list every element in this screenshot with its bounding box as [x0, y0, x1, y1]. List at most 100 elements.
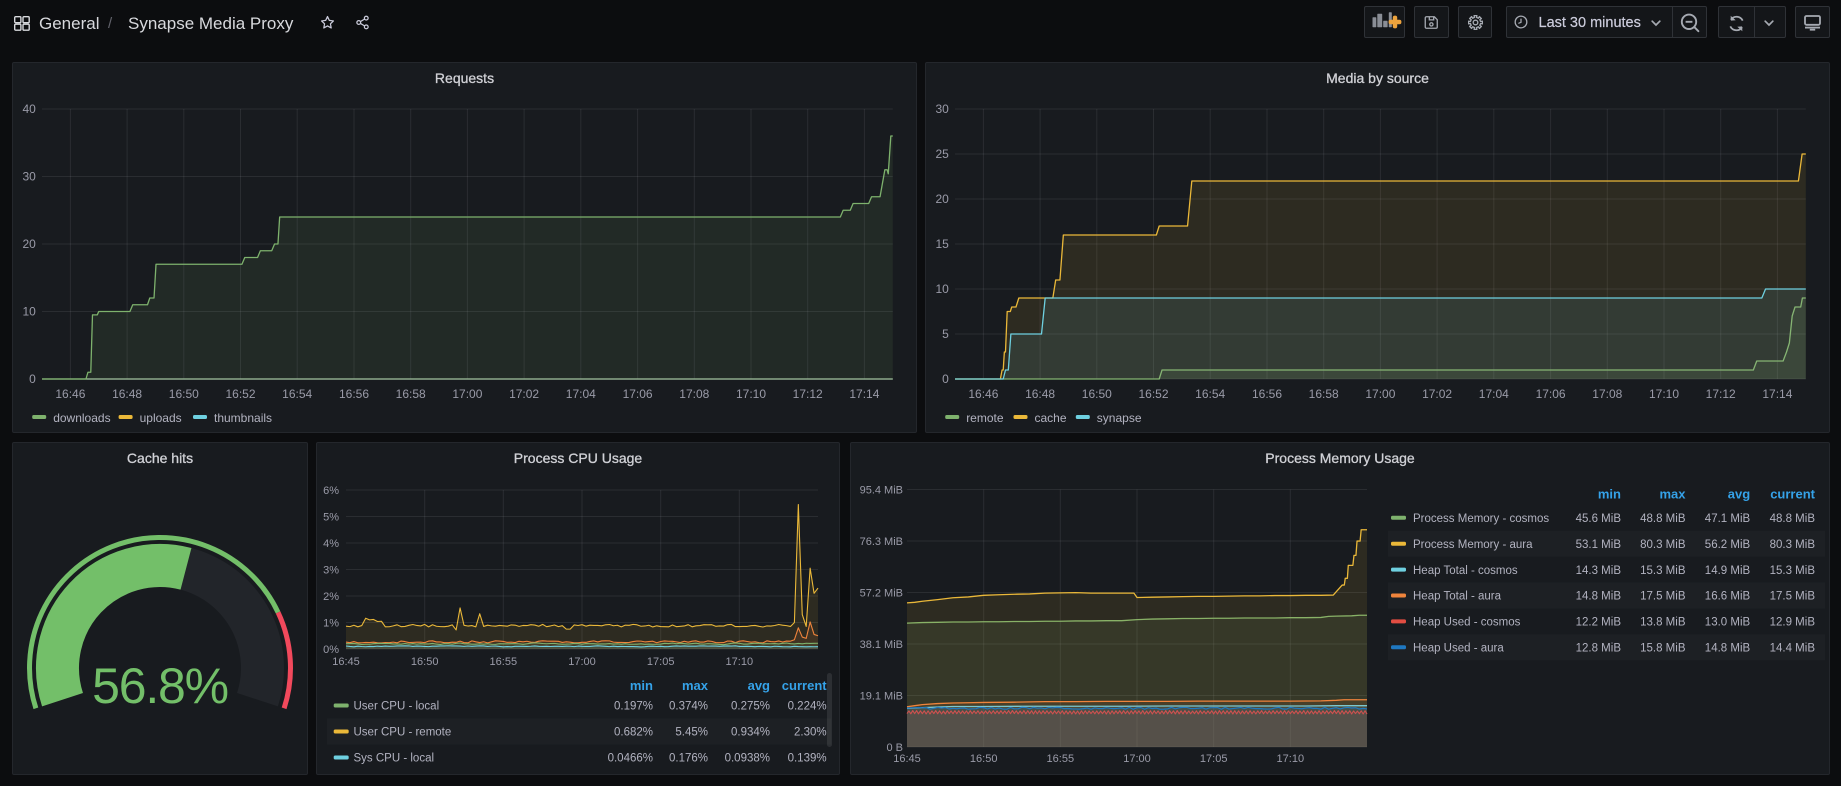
- svg-text:avg: avg: [1728, 487, 1750, 502]
- svg-text:2.30%: 2.30%: [794, 727, 827, 739]
- svg-text:Heap Total - aura: Heap Total - aura: [1413, 591, 1502, 603]
- svg-text:0%: 0%: [323, 644, 339, 656]
- svg-text:12.2 MiB: 12.2 MiB: [1576, 617, 1622, 629]
- svg-text:remote: remote: [966, 411, 1004, 425]
- svg-text:15.8 MiB: 15.8 MiB: [1640, 643, 1686, 655]
- svg-text:0.176%: 0.176%: [669, 753, 708, 765]
- svg-text:20: 20: [22, 237, 36, 251]
- svg-text:max: max: [682, 678, 709, 693]
- svg-text:17:04: 17:04: [1479, 387, 1509, 401]
- svg-text:53.1 MiB: 53.1 MiB: [1576, 539, 1622, 551]
- svg-text:56.8%: 56.8%: [92, 658, 228, 714]
- svg-text:5: 5: [942, 327, 949, 341]
- svg-text:10: 10: [935, 282, 949, 296]
- svg-text:16:45: 16:45: [332, 656, 360, 668]
- svg-text:17:00: 17:00: [1123, 753, 1151, 765]
- svg-text:17:00: 17:00: [568, 656, 596, 668]
- svg-text:12.8 MiB: 12.8 MiB: [1576, 643, 1622, 655]
- svg-text:0.934%: 0.934%: [731, 727, 770, 739]
- svg-text:0.224%: 0.224%: [788, 701, 827, 713]
- svg-text:min: min: [630, 678, 653, 693]
- svg-text:17:02: 17:02: [1422, 387, 1452, 401]
- svg-text:uploads: uploads: [140, 411, 182, 425]
- svg-text:17:10: 17:10: [1649, 387, 1679, 401]
- svg-text:10: 10: [22, 305, 36, 319]
- svg-text:Sys CPU - local: Sys CPU - local: [354, 753, 435, 765]
- svg-text:48.8 MiB: 48.8 MiB: [1640, 513, 1686, 525]
- svg-text:0.374%: 0.374%: [669, 701, 708, 713]
- svg-text:0.0466%: 0.0466%: [608, 753, 653, 765]
- svg-text:16:56: 16:56: [339, 387, 369, 401]
- svg-text:0.0938%: 0.0938%: [725, 753, 770, 765]
- svg-text:17:05: 17:05: [647, 656, 675, 668]
- svg-text:5.45%: 5.45%: [675, 727, 708, 739]
- svg-text:16:50: 16:50: [169, 387, 199, 401]
- svg-text:synapse: synapse: [1097, 411, 1142, 425]
- svg-text:16:55: 16:55: [1047, 753, 1075, 765]
- svg-text:17:12: 17:12: [1706, 387, 1736, 401]
- svg-text:19.1 MiB: 19.1 MiB: [860, 691, 903, 703]
- svg-text:6%: 6%: [323, 485, 339, 497]
- svg-text:17:02: 17:02: [509, 387, 539, 401]
- svg-text:14.4 MiB: 14.4 MiB: [1770, 643, 1816, 655]
- svg-text:Heap Used - cosmos: Heap Used - cosmos: [1413, 617, 1521, 629]
- svg-text:16:48: 16:48: [112, 387, 142, 401]
- svg-text:25: 25: [935, 147, 949, 161]
- svg-text:current: current: [782, 678, 827, 693]
- svg-text:17:04: 17:04: [566, 387, 596, 401]
- svg-text:16:56: 16:56: [1252, 387, 1282, 401]
- svg-text:min: min: [1598, 487, 1621, 502]
- svg-text:17:06: 17:06: [1536, 387, 1566, 401]
- svg-text:17:00: 17:00: [1365, 387, 1395, 401]
- svg-text:47.1 MiB: 47.1 MiB: [1705, 513, 1751, 525]
- svg-text:17.5 MiB: 17.5 MiB: [1640, 591, 1686, 603]
- svg-text:4%: 4%: [323, 538, 339, 550]
- svg-text:76.3 MiB: 76.3 MiB: [860, 536, 903, 548]
- svg-text:1%: 1%: [323, 618, 339, 630]
- svg-text:17:14: 17:14: [849, 387, 879, 401]
- svg-text:avg: avg: [748, 678, 770, 693]
- svg-text:0.275%: 0.275%: [731, 701, 770, 713]
- svg-text:16:48: 16:48: [1025, 387, 1055, 401]
- svg-text:cache: cache: [1035, 411, 1067, 425]
- svg-text:16:58: 16:58: [396, 387, 426, 401]
- svg-text:16:50: 16:50: [970, 753, 998, 765]
- svg-text:80.3 MiB: 80.3 MiB: [1640, 539, 1686, 551]
- svg-text:2%: 2%: [323, 591, 339, 603]
- svg-text:17:05: 17:05: [1200, 753, 1228, 765]
- svg-text:12.9 MiB: 12.9 MiB: [1770, 617, 1816, 629]
- svg-text:User CPU - remote: User CPU - remote: [354, 727, 452, 739]
- svg-text:0.139%: 0.139%: [788, 753, 827, 765]
- svg-text:current: current: [1770, 487, 1815, 502]
- svg-text:16:55: 16:55: [490, 656, 518, 668]
- svg-text:max: max: [1659, 487, 1686, 502]
- svg-text:17:08: 17:08: [679, 387, 709, 401]
- svg-text:0: 0: [29, 372, 36, 386]
- svg-text:57.2 MiB: 57.2 MiB: [860, 588, 903, 600]
- svg-text:0: 0: [942, 372, 949, 386]
- svg-text:17:10: 17:10: [736, 387, 766, 401]
- svg-text:40: 40: [22, 102, 36, 116]
- svg-text:Heap Used - aura: Heap Used - aura: [1413, 643, 1504, 655]
- svg-text:20: 20: [935, 192, 949, 206]
- svg-text:16:58: 16:58: [1309, 387, 1339, 401]
- svg-text:13.0 MiB: 13.0 MiB: [1705, 617, 1751, 629]
- svg-text:16:50: 16:50: [1082, 387, 1112, 401]
- svg-text:15.3 MiB: 15.3 MiB: [1770, 565, 1816, 577]
- svg-text:95.4 MiB: 95.4 MiB: [860, 485, 903, 497]
- svg-text:16:46: 16:46: [968, 387, 998, 401]
- svg-text:15: 15: [935, 237, 949, 251]
- svg-text:17:00: 17:00: [452, 387, 482, 401]
- svg-text:Process Memory - cosmos: Process Memory - cosmos: [1413, 513, 1549, 525]
- svg-text:14.8 MiB: 14.8 MiB: [1576, 591, 1622, 603]
- svg-text:User CPU - local: User CPU - local: [354, 701, 440, 713]
- svg-text:15.3 MiB: 15.3 MiB: [1640, 565, 1686, 577]
- svg-text:17:10: 17:10: [1277, 753, 1305, 765]
- svg-text:0.197%: 0.197%: [614, 701, 653, 713]
- svg-text:16:46: 16:46: [55, 387, 85, 401]
- svg-text:17:14: 17:14: [1762, 387, 1792, 401]
- svg-text:Heap Total - cosmos: Heap Total - cosmos: [1413, 565, 1518, 577]
- svg-text:16:54: 16:54: [282, 387, 312, 401]
- svg-text:17:12: 17:12: [793, 387, 823, 401]
- svg-text:5%: 5%: [323, 512, 339, 524]
